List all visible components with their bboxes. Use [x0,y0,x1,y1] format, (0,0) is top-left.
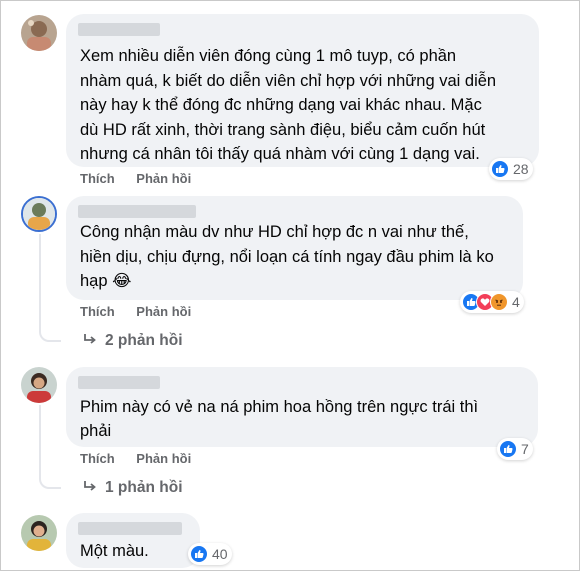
thumbs-up-icon [190,545,208,563]
like-button[interactable]: Thích [80,304,115,319]
replies-count-label: 2 phản hồi [105,332,183,349]
reaction-summary[interactable]: 4 [460,291,524,313]
comment-author-name[interactable] [78,23,160,36]
reaction-summary[interactable]: 40 [188,543,232,565]
comment-author-name[interactable] [78,522,182,535]
comment-text-line: nhưng cá nhân tôi thấy quá nhàm với cùng… [80,145,480,163]
reaction-count: 40 [212,546,228,562]
thread-connector [39,477,61,489]
view-replies-link[interactable]: 2 phản hồi [83,332,183,350]
comment-bubble: Một màu. [66,513,200,568]
angry-face-icon [490,293,508,311]
comment-text-line: hiền dịu, chịu đựng, nổi loạn cá tính ng… [80,248,494,266]
reaction-count: 4 [512,294,520,310]
reaction-count: 28 [513,161,529,177]
comment-text-line: Xem nhiều diễn viên đóng cùng 1 mô tuyp,… [80,47,457,65]
comment-text-line: Phim này có vẻ na ná phim hoa hồng trên … [80,398,479,416]
comment-text-line: Một màu. [80,542,149,560]
comment-bubble: Xem nhiều diễn viên đóng cùng 1 mô tuyp,… [66,14,539,167]
comment-author-name[interactable] [78,205,196,218]
reply-button[interactable]: Phản hồi [136,171,191,186]
thread-line [39,405,41,479]
comment-text-line: Công nhận màu dv như HD chỉ hợp đc n vai… [80,223,469,241]
comments-panel: Xem nhiều diễn viên đóng cùng 1 mô tuyp,… [0,0,580,571]
comment-text-line: hạp 😂 [80,272,132,290]
reaction-summary[interactable]: 28 [489,158,533,180]
like-button[interactable]: Thích [80,451,115,466]
comment-bubble: Công nhận màu dv như HD chỉ hợp đc n vai… [66,196,523,300]
comment-text-line: này hay k thể đóng đc những dạng vai khá… [80,96,482,114]
comment-actions: Thích Phản hồi [80,171,191,186]
comment-bubble: Phim này có vẻ na ná phim hoa hồng trên … [66,367,538,447]
avatar[interactable] [21,515,57,551]
reply-arrow-icon [83,479,97,497]
comment-actions: Thích Phản hồi [80,304,191,319]
thumbs-up-icon [491,160,509,178]
avatar[interactable] [21,15,57,51]
view-replies-link[interactable]: 1 phản hồi [83,479,183,497]
avatar[interactable] [21,196,57,232]
replies-count-label: 1 phản hồi [105,479,183,496]
thread-line [39,234,41,332]
reply-button[interactable]: Phản hồi [136,304,191,319]
comment-actions: Thích Phản hồi [80,451,191,466]
comment-text-line: nhàm quá, k biết do diễn viên chỉ hợp vớ… [80,72,497,90]
reply-arrow-icon [83,332,97,350]
reaction-count: 7 [521,441,529,457]
like-button[interactable]: Thích [80,171,115,186]
comment-author-name[interactable] [78,376,160,389]
thread-connector [39,330,61,342]
avatar[interactable] [21,367,57,403]
comment-text-line: phải [80,422,112,440]
comment-text-line: dù HD rất xinh, thời trang sành điệu, bi… [80,121,486,139]
reply-button[interactable]: Phản hồi [136,451,191,466]
thumbs-up-icon [499,440,517,458]
reaction-summary[interactable]: 7 [497,438,533,460]
